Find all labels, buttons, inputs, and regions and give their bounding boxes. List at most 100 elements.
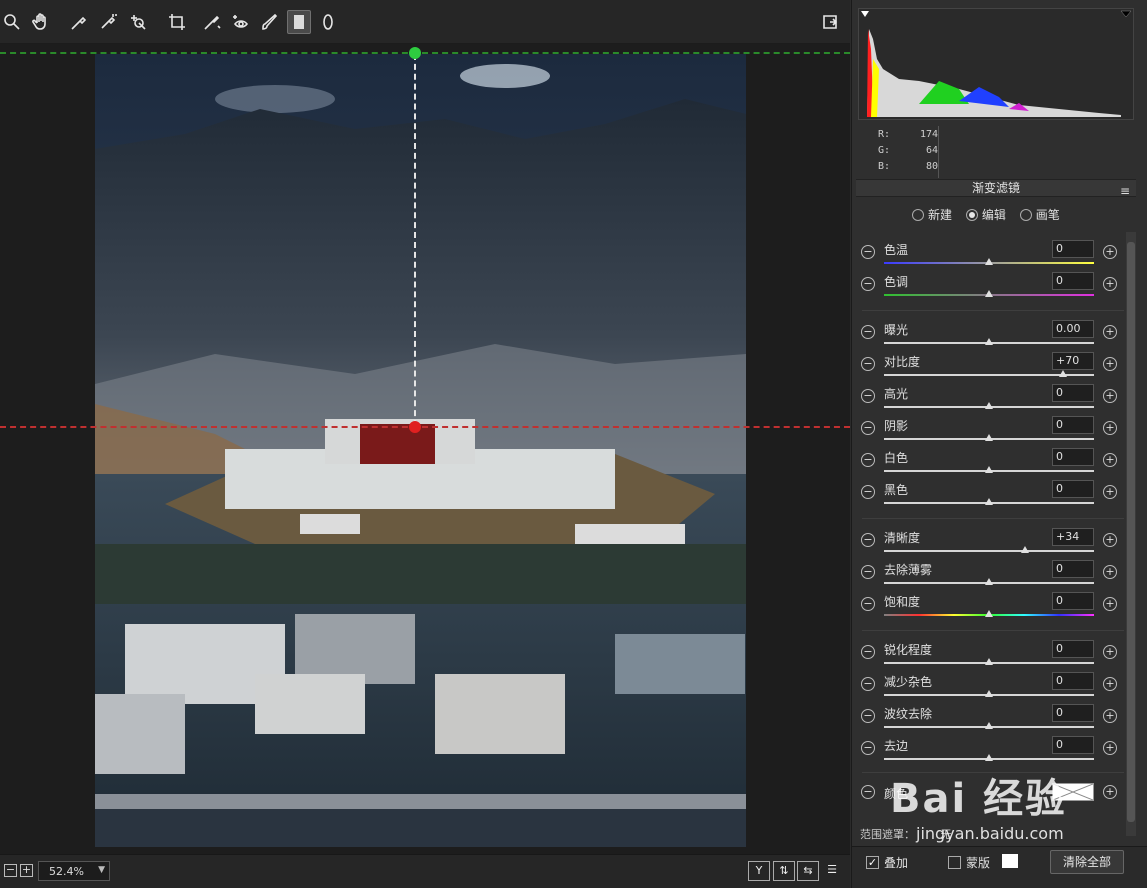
moire-value-field[interactable]: 0 bbox=[1052, 704, 1094, 722]
shadows-thumb[interactable] bbox=[985, 434, 993, 441]
saturation-plus-icon[interactable]: + bbox=[1103, 597, 1117, 611]
range-mask-select[interactable]: 无 bbox=[941, 828, 952, 841]
noise-value-field[interactable]: 0 bbox=[1052, 672, 1094, 690]
defringe-value-field[interactable]: 0 bbox=[1052, 736, 1094, 754]
saturation-thumb[interactable] bbox=[985, 610, 993, 617]
radial-filter-icon[interactable] bbox=[316, 10, 340, 34]
image-canvas[interactable] bbox=[0, 44, 850, 854]
temp-thumb[interactable] bbox=[985, 258, 993, 265]
blacks-plus-icon[interactable]: + bbox=[1103, 485, 1117, 499]
mode-new[interactable]: 新建 bbox=[912, 208, 952, 222]
mask-color-swatch[interactable] bbox=[1002, 854, 1018, 868]
sharpness-minus-icon[interactable]: − bbox=[861, 645, 875, 659]
noise-thumb[interactable] bbox=[985, 690, 993, 697]
tint-value-field[interactable]: 0 bbox=[1052, 272, 1094, 290]
targeted-adjust-icon[interactable] bbox=[126, 10, 150, 34]
menu-icon[interactable]: ≡ bbox=[1120, 183, 1130, 199]
whites-value-field[interactable]: 0 bbox=[1052, 448, 1094, 466]
hand-icon[interactable] bbox=[29, 10, 53, 34]
defringe-plus-icon[interactable]: + bbox=[1103, 741, 1117, 755]
noise-minus-icon[interactable]: − bbox=[861, 677, 875, 691]
whites-minus-icon[interactable]: − bbox=[861, 453, 875, 467]
contrast-plus-icon[interactable]: + bbox=[1103, 357, 1117, 371]
saturation-minus-icon[interactable]: − bbox=[861, 597, 875, 611]
dehaze-plus-icon[interactable]: + bbox=[1103, 565, 1117, 579]
defringe-thumb[interactable] bbox=[985, 754, 993, 761]
highlights-plus-icon[interactable]: + bbox=[1103, 389, 1117, 403]
brush-icon[interactable] bbox=[258, 10, 282, 34]
clarity-value-field[interactable]: +34 bbox=[1052, 528, 1094, 546]
highlights-thumb[interactable] bbox=[985, 402, 993, 409]
highlight-clipping-icon[interactable] bbox=[1120, 10, 1132, 18]
clarity-plus-icon[interactable]: + bbox=[1103, 533, 1117, 547]
mask-checkbox[interactable] bbox=[948, 856, 961, 869]
dehaze-thumb[interactable] bbox=[985, 578, 993, 585]
temp-value-field[interactable]: 0 bbox=[1052, 240, 1094, 258]
radio-edit[interactable] bbox=[965, 209, 978, 221]
moire-minus-icon[interactable]: − bbox=[861, 709, 875, 723]
settings-toggle-button[interactable]: ☰ bbox=[821, 861, 843, 881]
crop-icon[interactable] bbox=[165, 10, 189, 34]
tint-thumb[interactable] bbox=[985, 290, 993, 297]
shadows-minus-icon[interactable]: − bbox=[861, 421, 875, 435]
scrollbar-thumb[interactable] bbox=[1127, 242, 1135, 822]
noise-plus-icon[interactable]: + bbox=[1103, 677, 1117, 691]
zoom-in-button[interactable]: + bbox=[20, 864, 33, 877]
clarity-track[interactable] bbox=[884, 550, 1094, 552]
temp-minus-icon[interactable]: − bbox=[861, 245, 875, 259]
exposure-thumb[interactable] bbox=[985, 338, 993, 345]
blacks-value-field[interactable]: 0 bbox=[1052, 480, 1094, 498]
swap-settings-button[interactable]: ⇅ bbox=[773, 861, 795, 881]
gradient-end-pin[interactable] bbox=[409, 421, 421, 433]
saturation-value-field[interactable]: 0 bbox=[1052, 592, 1094, 610]
sharpness-thumb[interactable] bbox=[985, 658, 993, 665]
exposure-plus-icon[interactable]: + bbox=[1103, 325, 1117, 339]
contrast-value-field[interactable]: +70 bbox=[1052, 352, 1094, 370]
spot-removal-icon[interactable] bbox=[200, 10, 224, 34]
exposure-minus-icon[interactable]: − bbox=[861, 325, 875, 339]
radio-brush[interactable] bbox=[1019, 209, 1032, 221]
tint-plus-icon[interactable]: + bbox=[1103, 277, 1117, 291]
open-preferences-icon[interactable] bbox=[818, 10, 842, 34]
temp-plus-icon[interactable]: + bbox=[1103, 245, 1117, 259]
highlights-value-field[interactable]: 0 bbox=[1052, 384, 1094, 402]
zoom-out-button[interactable]: − bbox=[4, 864, 17, 877]
whites-thumb[interactable] bbox=[985, 466, 993, 473]
mode-edit[interactable]: 编辑 bbox=[965, 208, 1006, 222]
whites-plus-icon[interactable]: + bbox=[1103, 453, 1117, 467]
blacks-minus-icon[interactable]: − bbox=[861, 485, 875, 499]
before-after-view-button[interactable]: Y bbox=[748, 861, 770, 881]
white-balance-icon[interactable] bbox=[67, 10, 91, 34]
contrast-minus-icon[interactable]: − bbox=[861, 357, 875, 371]
gradient-start-guide[interactable] bbox=[0, 52, 850, 54]
shadow-clipping-icon[interactable] bbox=[861, 11, 869, 17]
red-eye-icon[interactable] bbox=[229, 10, 253, 34]
zoom-icon[interactable] bbox=[0, 10, 24, 34]
clear-all-button[interactable]: 清除全部 bbox=[1050, 850, 1124, 874]
gradient-start-pin[interactable] bbox=[409, 47, 421, 59]
moire-plus-icon[interactable]: + bbox=[1103, 709, 1117, 723]
highlights-minus-icon[interactable]: − bbox=[861, 389, 875, 403]
overlay-checkbox[interactable]: ✓ bbox=[866, 856, 879, 869]
defringe-minus-icon[interactable]: − bbox=[861, 741, 875, 755]
blacks-thumb[interactable] bbox=[985, 498, 993, 505]
zoom-select[interactable]: 52.4% ▼ bbox=[38, 861, 110, 881]
sharpness-value-field[interactable]: 0 bbox=[1052, 640, 1094, 658]
exposure-value-field[interactable]: 0.00 bbox=[1052, 320, 1094, 338]
shadows-plus-icon[interactable]: + bbox=[1103, 421, 1117, 435]
dehaze-value-field[interactable]: 0 bbox=[1052, 560, 1094, 578]
mode-brush[interactable]: 画笔 bbox=[1019, 208, 1060, 222]
clarity-thumb[interactable] bbox=[1020, 546, 1029, 553]
color-sampler-icon[interactable] bbox=[96, 10, 120, 34]
sharpness-plus-icon[interactable]: + bbox=[1103, 645, 1117, 659]
gradient-center-line[interactable] bbox=[414, 54, 416, 426]
dehaze-minus-icon[interactable]: − bbox=[861, 565, 875, 579]
color-swatch[interactable] bbox=[1052, 783, 1094, 801]
contrast-thumb[interactable] bbox=[1058, 370, 1067, 377]
shadows-value-field[interactable]: 0 bbox=[1052, 416, 1094, 434]
tint-minus-icon[interactable]: − bbox=[861, 277, 875, 291]
color-minus-icon[interactable]: − bbox=[861, 785, 875, 799]
moire-thumb[interactable] bbox=[985, 722, 993, 729]
color-plus-icon[interactable]: + bbox=[1103, 785, 1117, 799]
radio-new[interactable] bbox=[912, 209, 924, 221]
